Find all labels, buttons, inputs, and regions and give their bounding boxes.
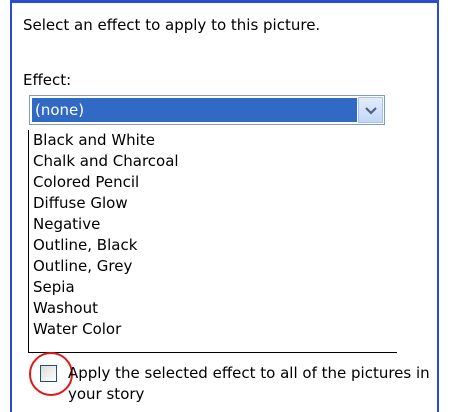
effect-panel: Select an effect to apply to this pictur… xyxy=(10,0,439,412)
effect-label: Effect: xyxy=(23,71,72,89)
apply-all-label[interactable]: Apply the selected effect to all of the … xyxy=(68,363,452,405)
effect-option[interactable]: Washout xyxy=(29,298,397,319)
effect-option[interactable]: Black and White xyxy=(29,130,397,151)
effect-option[interactable]: Negative xyxy=(29,214,397,235)
panel-top-border xyxy=(12,0,437,3)
effect-option[interactable]: Sepia xyxy=(29,277,397,298)
effect-dropdown-selected-value: (none) xyxy=(32,98,357,122)
list-bottom-divider xyxy=(29,352,397,353)
effect-option[interactable]: Outline, Black xyxy=(29,235,397,256)
effect-option[interactable]: Colored Pencil xyxy=(29,172,397,193)
effect-options-list[interactable]: Black and White Chalk and Charcoal Colored… xyxy=(28,130,397,353)
effect-option[interactable]: Water Color xyxy=(29,319,397,340)
effect-dropdown[interactable]: (none) xyxy=(29,95,385,125)
effect-option[interactable]: Diffuse Glow xyxy=(29,193,397,214)
instruction-text: Select an effect to apply to this pictur… xyxy=(23,16,321,34)
annotation-circle xyxy=(29,352,73,396)
chevron-down-icon xyxy=(364,106,377,115)
dropdown-arrow-button[interactable] xyxy=(358,97,383,123)
effect-option[interactable]: Chalk and Charcoal xyxy=(29,151,397,172)
effect-option[interactable]: Outline, Grey xyxy=(29,256,397,277)
